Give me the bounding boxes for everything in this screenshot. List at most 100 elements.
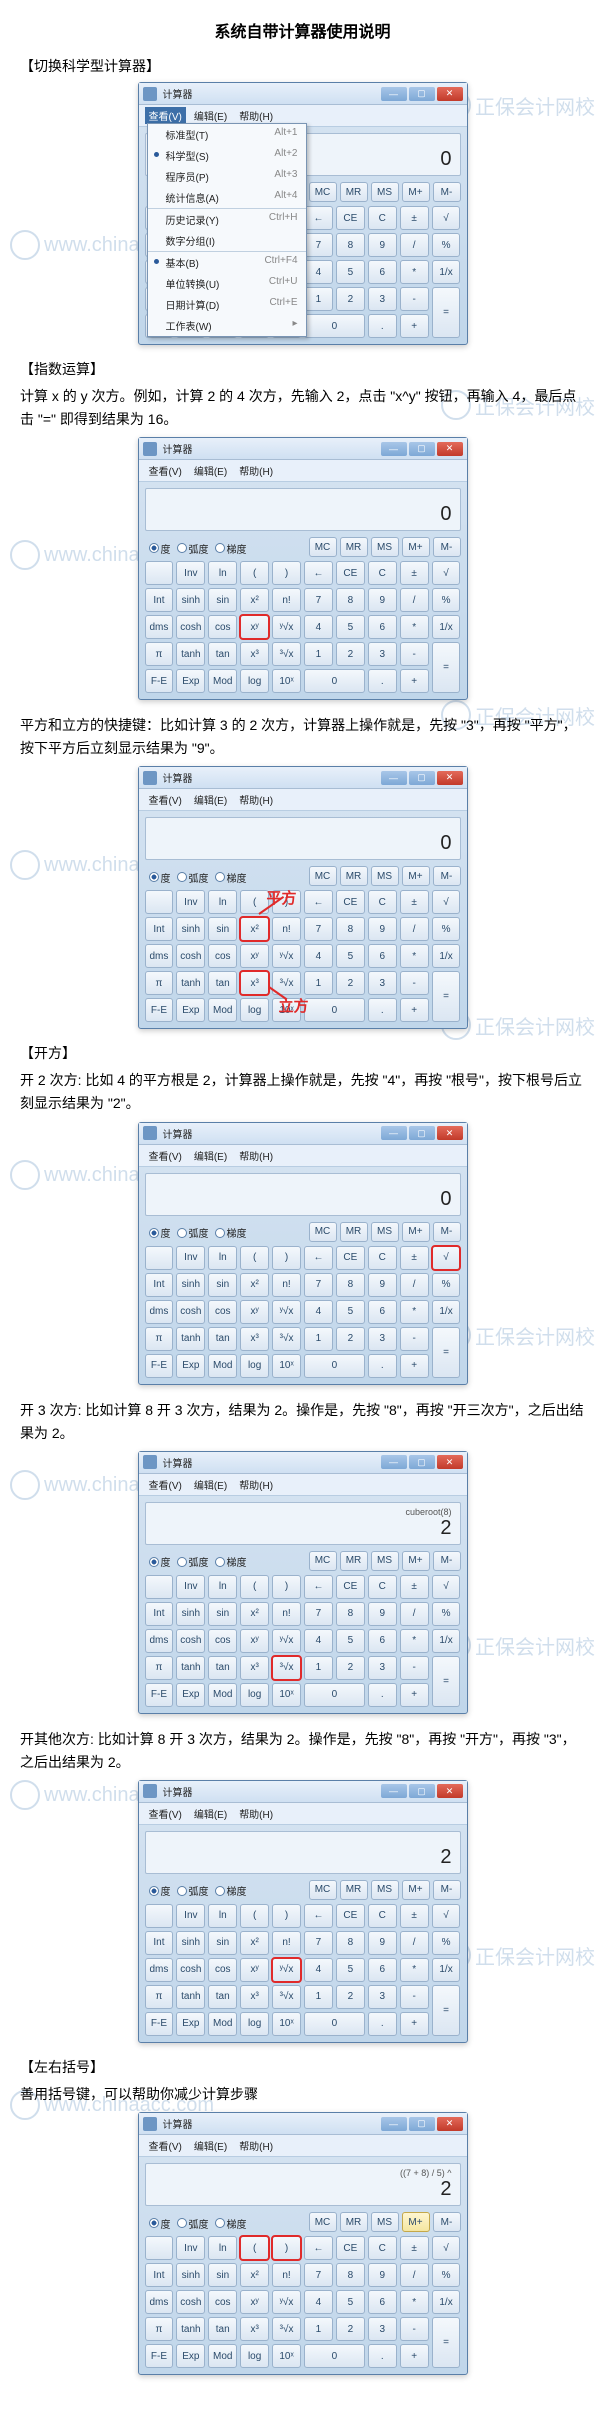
key-7[interactable]: 7 bbox=[304, 233, 333, 257]
key-Mod[interactable]: Mod bbox=[208, 1354, 237, 1378]
key-x[interactable]: ³√x bbox=[272, 2317, 301, 2341]
mem-mminus[interactable]: M- bbox=[433, 1551, 461, 1571]
key-[interactable]: / bbox=[400, 2263, 429, 2287]
mem-mplus[interactable]: M+ bbox=[402, 1551, 430, 1571]
key-8[interactable]: 8 bbox=[336, 1931, 365, 1955]
key-FE[interactable]: F-E bbox=[145, 2344, 174, 2368]
minimize-button[interactable]: — bbox=[381, 87, 407, 101]
key-Inv[interactable]: Inv bbox=[176, 890, 205, 914]
key-[interactable]: π bbox=[145, 971, 174, 995]
radio-grad[interactable]: 梯度 bbox=[215, 1554, 247, 1569]
mem-mr[interactable]: MR bbox=[340, 1222, 368, 1242]
menu-item[interactable]: 编辑(E) bbox=[190, 791, 231, 808]
key-Inv[interactable]: Inv bbox=[176, 1246, 205, 1270]
key-x[interactable]: ³√x bbox=[272, 1327, 301, 1351]
key-[interactable]: ± bbox=[400, 206, 429, 230]
key-x[interactable]: x³ bbox=[240, 642, 269, 666]
key-4[interactable]: 4 bbox=[304, 2290, 333, 2314]
minimize-button[interactable]: — bbox=[381, 442, 407, 456]
key-[interactable]: . bbox=[368, 1683, 397, 1707]
key-2[interactable]: 2 bbox=[336, 971, 365, 995]
menu-option[interactable]: 单位转换(U)Ctrl+U bbox=[148, 273, 306, 294]
key-4[interactable]: 4 bbox=[304, 1958, 333, 1982]
key-[interactable]: . bbox=[368, 2012, 397, 2036]
key-8[interactable]: 8 bbox=[336, 233, 365, 257]
menu-option[interactable]: 基本(B)Ctrl+F4 bbox=[148, 251, 306, 273]
key-tanh[interactable]: tanh bbox=[176, 1985, 205, 2009]
key-C[interactable]: C bbox=[368, 1904, 397, 1928]
mem-mminus[interactable]: M- bbox=[433, 2212, 461, 2232]
key-Int[interactable]: Int bbox=[145, 1273, 174, 1297]
key-CE[interactable]: CE bbox=[336, 890, 365, 914]
mem-mplus[interactable]: M+ bbox=[402, 1222, 430, 1242]
menu-item[interactable]: 查看(V) bbox=[145, 1805, 186, 1822]
mem-mr[interactable]: MR bbox=[340, 182, 368, 202]
mem-ms[interactable]: MS bbox=[371, 2212, 399, 2232]
mem-mc[interactable]: MC bbox=[309, 1551, 337, 1571]
key-C[interactable]: C bbox=[368, 1575, 397, 1599]
key-Mod[interactable]: Mod bbox=[208, 1683, 237, 1707]
menu-option[interactable]: 程序员(P)Alt+3 bbox=[148, 166, 306, 187]
mem-mr[interactable]: MR bbox=[340, 866, 368, 886]
mem-ms[interactable]: MS bbox=[371, 1222, 399, 1242]
key-Exp[interactable]: Exp bbox=[176, 2012, 205, 2036]
mem-mplus[interactable]: M+ bbox=[402, 866, 430, 886]
key-7[interactable]: 7 bbox=[304, 1931, 333, 1955]
key-[interactable]: - bbox=[400, 1985, 429, 2009]
mem-mminus[interactable]: M- bbox=[433, 1222, 461, 1242]
key-log[interactable]: log bbox=[240, 669, 269, 693]
key-3[interactable]: 3 bbox=[368, 1327, 397, 1351]
key-10[interactable]: 10ˣ bbox=[272, 669, 301, 693]
radio-deg[interactable]: 度 bbox=[149, 1883, 171, 1898]
key-sin[interactable]: sin bbox=[208, 1602, 237, 1626]
key-dms[interactable]: dms bbox=[145, 615, 174, 639]
key-[interactable]: + bbox=[400, 1683, 429, 1707]
key-3[interactable]: 3 bbox=[368, 1656, 397, 1680]
key-x[interactable]: x³ bbox=[240, 971, 269, 995]
key-Inv[interactable]: Inv bbox=[176, 1904, 205, 1928]
key-cos[interactable]: cos bbox=[208, 944, 237, 968]
key-[interactable]: π bbox=[145, 1327, 174, 1351]
menu-item[interactable]: 编辑(E) bbox=[190, 462, 231, 479]
key-x[interactable]: x² bbox=[240, 588, 269, 612]
radio-rad[interactable]: 弧度 bbox=[177, 1554, 209, 1569]
key-[interactable]: * bbox=[400, 615, 429, 639]
key-4[interactable]: 4 bbox=[304, 944, 333, 968]
key-x[interactable]: x³ bbox=[240, 1327, 269, 1351]
key-[interactable]: * bbox=[400, 1300, 429, 1324]
close-button[interactable]: ✕ bbox=[437, 1455, 463, 1469]
key-7[interactable]: 7 bbox=[304, 1602, 333, 1626]
key-[interactable]: . bbox=[368, 314, 397, 338]
key-ln[interactable]: ln bbox=[208, 1904, 237, 1928]
key-[interactable]: ← bbox=[304, 1246, 333, 1270]
menu-item[interactable]: 编辑(E) bbox=[190, 2137, 231, 2154]
key-[interactable]: √ bbox=[432, 206, 461, 230]
key-1x[interactable]: 1/x bbox=[432, 944, 461, 968]
key-sinh[interactable]: sinh bbox=[176, 1273, 205, 1297]
key-[interactable]: ± bbox=[400, 1246, 429, 1270]
menu-item[interactable]: 编辑(E) bbox=[190, 107, 231, 124]
key-Mod[interactable]: Mod bbox=[208, 2344, 237, 2368]
key-n[interactable]: n! bbox=[272, 2263, 301, 2287]
key-ln[interactable]: ln bbox=[208, 2236, 237, 2260]
key-7[interactable]: 7 bbox=[304, 917, 333, 941]
menu-item[interactable]: 查看(V) bbox=[145, 107, 186, 124]
key-9[interactable]: 9 bbox=[368, 1602, 397, 1626]
key-tan[interactable]: tan bbox=[208, 971, 237, 995]
key-[interactable]: ← bbox=[304, 2236, 333, 2260]
radio-grad[interactable]: 梯度 bbox=[215, 870, 247, 885]
key-8[interactable]: 8 bbox=[336, 917, 365, 941]
radio-rad[interactable]: 弧度 bbox=[177, 1225, 209, 1240]
key-log[interactable]: log bbox=[240, 1683, 269, 1707]
radio-deg[interactable]: 度 bbox=[149, 870, 171, 885]
key-3[interactable]: 3 bbox=[368, 1985, 397, 2009]
key-tan[interactable]: tan bbox=[208, 1327, 237, 1351]
key-x[interactable]: x² bbox=[240, 1931, 269, 1955]
key-x[interactable]: xʸ bbox=[240, 1629, 269, 1653]
minimize-button[interactable]: — bbox=[381, 1455, 407, 1469]
key-7[interactable]: 7 bbox=[304, 1273, 333, 1297]
mem-mc[interactable]: MC bbox=[309, 537, 337, 557]
key-x[interactable]: ³√x bbox=[272, 1985, 301, 2009]
close-button[interactable]: ✕ bbox=[437, 442, 463, 456]
key-ln[interactable]: ln bbox=[208, 1575, 237, 1599]
